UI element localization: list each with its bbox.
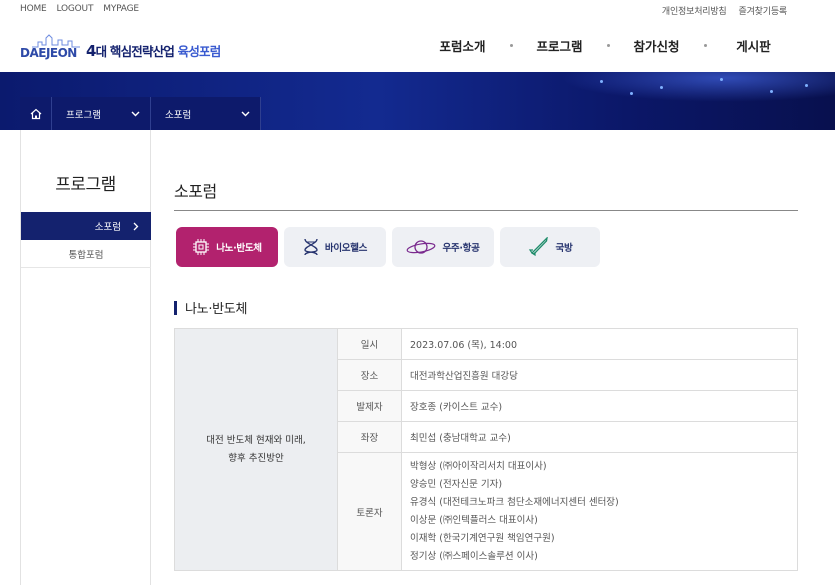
breadcrumb-home-button[interactable] <box>20 97 52 130</box>
home-link[interactable]: HOME <box>20 4 47 14</box>
missile-icon <box>528 237 548 257</box>
category-tabs: 나노·반도체 바이오헬스 우주·항공 국방 <box>176 227 600 267</box>
panelist: 이상문 (㈜인텍플러스 대표이사) <box>410 514 538 526</box>
main-nav: 포럼소개 프로그램 참가신청 게시판 <box>414 36 802 55</box>
nav-board[interactable]: 게시판 <box>705 36 802 55</box>
chevron-right-icon <box>133 222 139 230</box>
session-subject: 대전 반도체 현재와 미래, 향후 추진방안 <box>174 328 338 571</box>
panelist: 박형상 (㈜아이작리서치 대표이사) <box>410 460 547 472</box>
panelist: 이재학 (한국기계연구원 책임연구원) <box>410 532 555 544</box>
breadcrumb: 프로그램 소포럼 <box>20 97 261 130</box>
tab-aerospace[interactable]: 우주·항공 <box>392 227 494 267</box>
panelist: 양승민 (전자신문 기자) <box>410 478 503 490</box>
daejeon-logo-mark: DAEJEON <box>20 34 82 60</box>
utility-bar: HOME LOGOUT MYPAGE 개인정보처리방침 즐겨찾기등록 <box>0 0 835 22</box>
bookmark-link[interactable]: 즐겨찾기등록 <box>739 4 788 17</box>
sidebar-item-label: 통합포럼 <box>68 249 104 261</box>
tab-defense[interactable]: 국방 <box>500 227 600 267</box>
home-icon <box>30 108 41 119</box>
panel-list: 박형상 (㈜아이작리서치 대표이사) 양승민 (전자신문 기자) 유경식 (대전… <box>401 452 798 571</box>
logout-link[interactable]: LOGOUT <box>57 4 94 14</box>
dna-icon <box>304 238 318 256</box>
chevron-down-icon <box>241 111 250 116</box>
tab-label: 우주·항공 <box>442 243 480 254</box>
sidebar-item-small-forum[interactable]: 소포럼 <box>21 212 151 240</box>
site-logo[interactable]: DAEJEON 4대 핵심전략산업 육성포럼 <box>20 34 221 60</box>
row-value: 최민섭 (충남대학교 교수) <box>401 421 798 453</box>
nav-program[interactable]: 프로그램 <box>511 36 610 55</box>
privacy-policy-link[interactable]: 개인정보처리방침 <box>662 4 727 17</box>
row-key: 토론자 <box>337 452 402 571</box>
session-table: 대전 반도체 현재와 미래, 향후 추진방안 일시 2023.07.06 (목)… <box>174 328 798 571</box>
mypage-link[interactable]: MYPAGE <box>103 4 139 14</box>
site-header: DAEJEON 4대 핵심전략산업 육성포럼 포럼소개 프로그램 참가신청 게시… <box>0 22 835 72</box>
panelist: 정기상 (㈜스페이스솔루션 이사) <box>410 550 538 562</box>
page-title: 소포럼 <box>174 182 217 201</box>
row-value: 대전과학산업진흥원 대강당 <box>401 359 798 391</box>
tab-label: 나노·반도체 <box>216 243 262 254</box>
breadcrumb-level1-select[interactable]: 프로그램 <box>52 97 151 130</box>
sidebar-item-integrated-forum[interactable]: 통합포럼 <box>21 240 151 268</box>
tab-label: 국방 <box>555 243 573 254</box>
breadcrumb-level1-label: 프로그램 <box>66 109 101 121</box>
planet-icon <box>407 240 436 254</box>
chevron-down-icon <box>131 111 140 116</box>
sidebar: 프로그램 소포럼 통합포럼 <box>20 130 151 585</box>
row-key: 장소 <box>337 359 402 391</box>
title-divider <box>174 210 798 211</box>
panelist: 유경식 (대전테크노파크 첨단소재에너지센터 센터장) <box>410 496 619 508</box>
row-value: 장호종 (카이스트 교수) <box>401 390 798 422</box>
tab-nano-semiconductor[interactable]: 나노·반도체 <box>176 227 278 267</box>
chip-icon <box>193 239 210 255</box>
tab-label: 바이오헬스 <box>324 243 368 254</box>
row-key: 발제자 <box>337 390 402 422</box>
row-value: 2023.07.06 (목), 14:00 <box>401 328 798 360</box>
breadcrumb-level2-select[interactable]: 소포럼 <box>151 97 261 130</box>
nav-forum-intro[interactable]: 포럼소개 <box>414 36 513 55</box>
section-title: 나노·반도체 <box>185 302 248 317</box>
tab-bio-health[interactable]: 바이오헬스 <box>284 227 386 267</box>
sidebar-item-label: 소포럼 <box>94 222 121 233</box>
logo-title: 4대 핵심전략산업 육성포럼 <box>86 42 221 60</box>
logo-wordmark: DAEJEON <box>20 46 77 60</box>
row-key: 일시 <box>337 328 402 360</box>
nav-registration[interactable]: 참가신청 <box>608 36 707 55</box>
row-key: 좌장 <box>337 421 402 453</box>
sidebar-title: 프로그램 <box>55 175 116 195</box>
section-heading: 나노·반도체 <box>174 298 247 317</box>
breadcrumb-level2-label: 소포럼 <box>165 109 192 121</box>
table-row: 대전 반도체 현재와 미래, 향후 추진방안 일시 2023.07.06 (목)… <box>174 328 798 571</box>
